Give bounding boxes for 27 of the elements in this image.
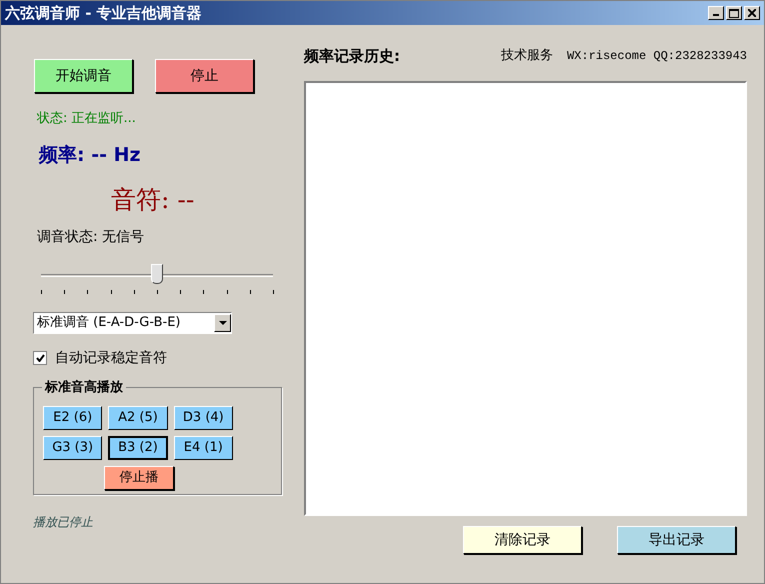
contact-text: WX:risecome QQ:2328233943 [566, 48, 747, 65]
frequency-readout: 频率: -- Hz [39, 142, 142, 168]
slider-thumb[interactable] [151, 264, 163, 284]
support-label: 技术服务 [500, 47, 553, 66]
stop-button[interactable]: 停止 [155, 59, 254, 93]
auto-record-checkbox[interactable] [33, 351, 47, 365]
minimize-icon[interactable] [708, 6, 724, 20]
stop-playback-button[interactable]: 停止播 [104, 466, 174, 490]
note-button[interactable]: E4 (1) [174, 436, 233, 460]
export-records-button[interactable]: 导出记录 [617, 526, 736, 554]
playback-status-text: 播放已停止 [33, 514, 94, 530]
tuning-status-text: 调音状态: 无信号 [37, 228, 146, 246]
note-button[interactable]: E2 (6) [43, 406, 102, 430]
maximize-icon[interactable] [726, 6, 742, 20]
auto-record-label: 自动记录稳定音符 [55, 348, 167, 368]
window-title: 六弦调音师 - 专业吉他调音器 [5, 2, 202, 24]
note-button[interactable]: G3 (3) [43, 436, 102, 460]
start-button[interactable]: 开始调音 [34, 59, 133, 93]
note-button[interactable]: D3 (4) [174, 406, 233, 430]
history-title: 频率记录历史: [304, 46, 400, 67]
clear-records-button[interactable]: 清除记录 [463, 526, 582, 554]
status-text: 状态: 正在监听... [37, 110, 137, 128]
note-button[interactable]: B3 (2) [108, 436, 168, 460]
tuning-select[interactable]: 标准调音 (E-A-D-G-B-E) [33, 312, 232, 334]
note-button[interactable]: A2 (5) [108, 406, 168, 430]
close-icon[interactable] [744, 6, 760, 20]
note-readout: 音符: -- [111, 184, 196, 216]
